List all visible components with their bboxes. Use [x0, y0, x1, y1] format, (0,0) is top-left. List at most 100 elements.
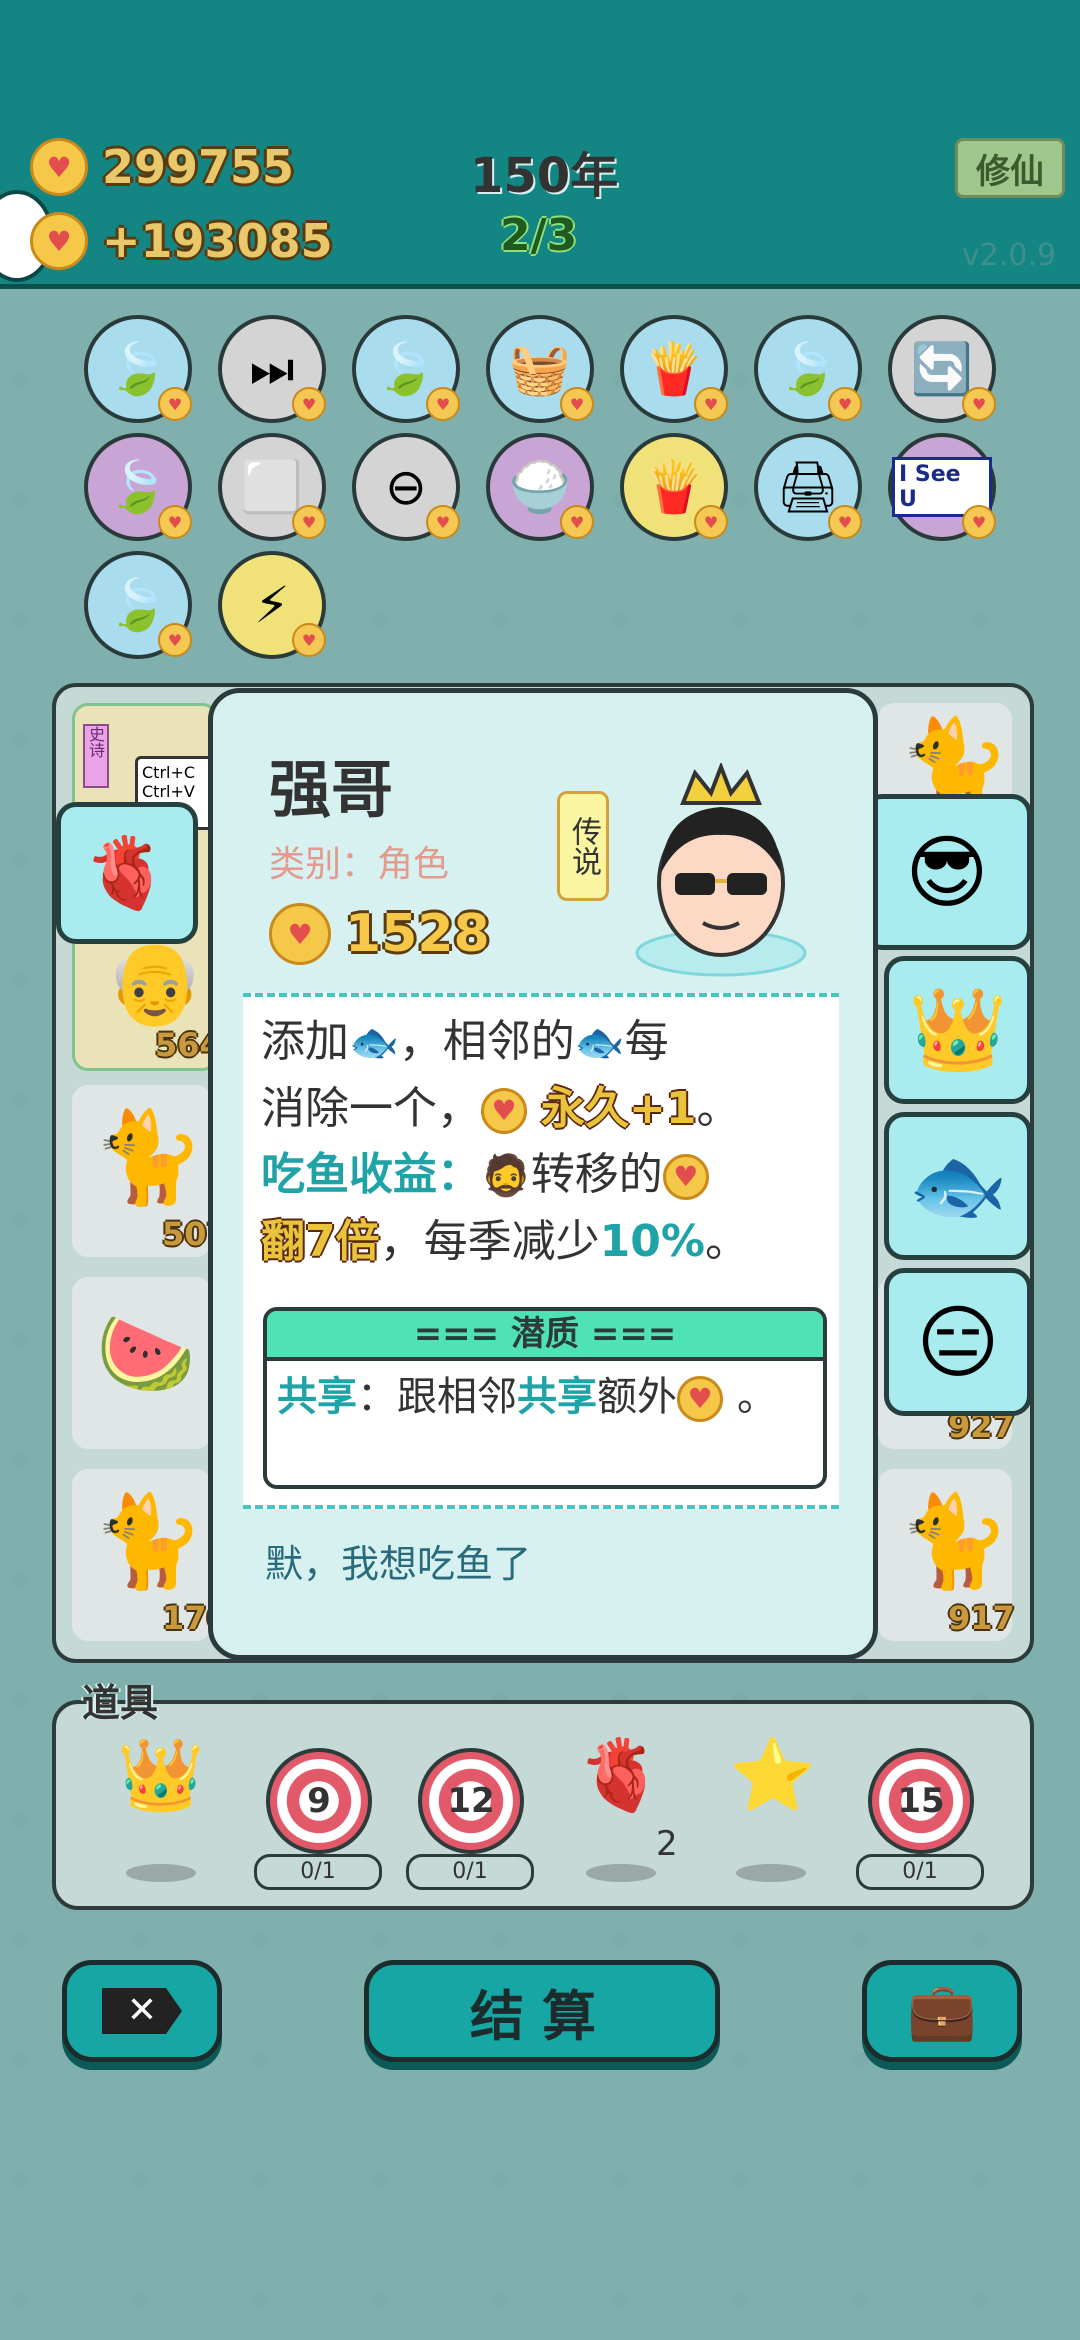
board-cell[interactable]: 🐈 917	[878, 1469, 1015, 1641]
crown-icon: 👑	[117, 1734, 205, 1816]
coin-icon: ♥	[694, 387, 728, 421]
top-header: ♥ 299755 ♥ +193085 150年 2/3 修仙 v2.0.9	[0, 0, 1080, 289]
prop-shadow	[736, 1864, 806, 1882]
coin-icon: ♥	[677, 1376, 723, 1422]
qiangge-face-icon: 😎	[905, 825, 989, 919]
coin-icon: ♥	[158, 623, 192, 657]
symbol-icon: 🍃	[776, 339, 840, 398]
prop-crown[interactable]: 👑	[106, 1734, 216, 1854]
fisherman-tile[interactable]: 😑	[884, 1268, 1032, 1416]
fish-tile[interactable]: 🐟	[884, 1112, 1032, 1260]
symbol-slot[interactable]: 🍃 ♥	[352, 315, 460, 423]
settle-label: 结算	[470, 1984, 614, 2048]
trait-text-part: 。	[737, 1374, 777, 1420]
exit-button[interactable]: ✕	[62, 1960, 222, 2062]
symbol-slot[interactable]: 🖨 ♥	[754, 433, 862, 541]
trait-keyword: 共享	[277, 1374, 357, 1420]
epic-tag: 史诗	[83, 724, 109, 788]
symbol-icon: 🧺	[508, 339, 572, 398]
trait-text-part: ：跟相邻	[357, 1374, 517, 1420]
symbol-icon: 🍟	[642, 457, 706, 516]
fish-icon: 🐟	[574, 1020, 625, 1066]
symbol-price-value: 1528	[345, 904, 490, 964]
target-value: 15	[897, 1781, 945, 1821]
symbol-slot[interactable]: 🍃 ♥	[84, 433, 192, 541]
prop-target-9[interactable]: 9	[266, 1748, 372, 1854]
coin-icon: ♥	[560, 387, 594, 421]
qiangge-portrait-icon	[635, 763, 807, 977]
cell-value: 917	[948, 1599, 1015, 1637]
round-counter: 2/3	[500, 210, 578, 261]
symbol-slot[interactable]: I See U ♥	[888, 433, 996, 541]
coin-icon: ♥	[292, 505, 326, 539]
trait-keyword: 共享	[517, 1374, 597, 1420]
crown-tile[interactable]: 👑	[884, 956, 1032, 1104]
board-cell[interactable]: 🐈 170	[72, 1469, 229, 1641]
coin-icon: ♥	[30, 138, 88, 196]
coin-icon: ♥	[269, 903, 331, 965]
coin-icon: ♥	[30, 212, 88, 270]
coin-icon: ♥	[662, 1154, 709, 1200]
prop-progress: 0/1	[406, 1854, 534, 1890]
board-cell[interactable]: 🐈 507	[72, 1085, 229, 1257]
board-cell[interactable]: 🍉	[72, 1277, 212, 1449]
fisherman-icon: 🧔	[481, 1153, 531, 1199]
settle-button[interactable]: 结算	[364, 1960, 720, 2062]
symbol-price: ♥ 1528	[269, 903, 490, 965]
symbol-icon: 🍃	[106, 339, 170, 398]
symbol-name: 强哥	[269, 753, 394, 826]
coin-total-value: 299755	[102, 140, 295, 194]
year-display: 150年	[470, 148, 619, 204]
prop-target-15[interactable]: 15	[868, 1748, 974, 1854]
target-value: 9	[307, 1781, 331, 1821]
prop-progress: 0/1	[254, 1854, 382, 1890]
fish-icon: 🐟	[908, 1139, 1008, 1232]
description-box: 添加🐟，相邻的🐟每 消除一个， ♥ 永久+1。 吃鱼收益：🧔转移的 ♥ 翻7倍，每季减…	[243, 993, 839, 1509]
coin-icon: ♥	[158, 387, 192, 421]
symbol-icon: ⚡	[254, 576, 290, 634]
prop-target-12[interactable]: 12	[418, 1748, 524, 1854]
crown-icon: 👑	[908, 983, 1008, 1076]
delete-icon: ✕	[102, 1988, 182, 2034]
cat-icon: 🐈	[92, 1489, 205, 1594]
liver-icon: 🫀	[577, 1734, 665, 1816]
symbol-slot[interactable]: ⊖ ♥	[352, 433, 460, 541]
symbol-slot[interactable]: 🧺 ♥	[486, 315, 594, 423]
coin-icon: ♥	[828, 387, 862, 421]
coin-icon: ♥	[694, 505, 728, 539]
symbol-slot[interactable]: ⬜ ♥	[218, 433, 326, 541]
desc-keyword: 10%	[599, 1216, 705, 1267]
symbol-slot[interactable]: 🍃 ♥	[754, 315, 862, 423]
character-quote: 默，我想吃鱼了	[265, 1542, 532, 1586]
symbol-slot[interactable]: 🍃 ♥	[84, 551, 192, 659]
symbol-slot[interactable]: 🍃 ♥	[84, 315, 192, 423]
desc-text: ，相邻的	[398, 1016, 575, 1067]
props-label: 道具	[82, 1681, 159, 1725]
prop-star[interactable]: ⭐	[718, 1734, 828, 1854]
symbol-slot[interactable]: ⚡ ♥	[218, 551, 326, 659]
qiangge-tile[interactable]: 😎	[862, 794, 1032, 950]
symbol-slot[interactable]: 🍟 ♥	[620, 433, 728, 541]
target-value: 12	[447, 1781, 495, 1821]
symbol-slot[interactable]: 🍚 ♥	[486, 433, 594, 541]
coin-icon: ♥	[962, 387, 996, 421]
coin-icon: ♥	[426, 505, 460, 539]
symbol-slot[interactable]: 🍟 ♥	[620, 315, 728, 423]
coin-icon: ♥	[292, 387, 326, 421]
symbol-icon: 🍃	[374, 339, 438, 398]
desc-text: 。	[704, 1216, 749, 1267]
watermelon-icon: 🍉	[96, 1307, 196, 1400]
bag-button[interactable]: 💼	[862, 1960, 1022, 2062]
symbol-slot[interactable]: ⏭ ♥	[218, 315, 326, 423]
desc-keyword: 吃鱼收益：	[261, 1149, 481, 1200]
description-text: 添加🐟，相邻的🐟每 消除一个， ♥ 永久+1。 吃鱼收益：🧔转移的 ♥ 翻7倍，每季减…	[261, 1009, 827, 1275]
xiuxian-button[interactable]: 修仙	[955, 138, 1065, 198]
symbol-detail-popup: 强哥 类别：角色 ♥ 1528 传说 添加🐟，相邻的🐟每 消除一个， ♥ 永久+1。…	[208, 688, 878, 1660]
desc-text: 转移的	[530, 1149, 663, 1200]
coin-total: ♥ 299755	[30, 138, 294, 196]
liver-tile[interactable]: 🫀	[56, 802, 198, 944]
symbol-icon: 🍃	[106, 457, 170, 516]
briefcase-icon: 💼	[907, 1979, 977, 2044]
symbol-icon: 🔄	[910, 339, 974, 398]
symbol-slot[interactable]: 🔄 ♥	[888, 315, 996, 423]
